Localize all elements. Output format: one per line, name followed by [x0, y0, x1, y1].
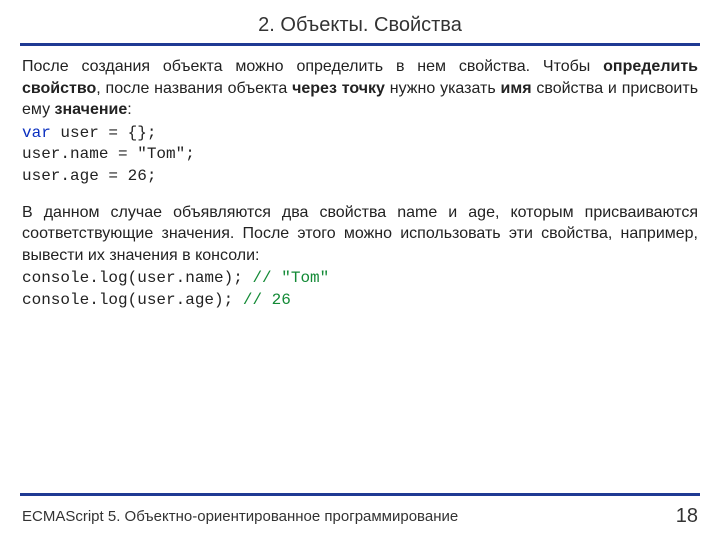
- code-keyword: var: [22, 124, 51, 142]
- footer-text: ECMAScript 5. Объектно-ориентированное п…: [22, 508, 458, 525]
- text-bold: имя: [501, 80, 532, 97]
- code-block-2: console.log(user.name); // "Tom" console…: [22, 268, 698, 311]
- paragraph-1: После создания объекта можно определить …: [22, 56, 698, 121]
- code-block-1: var user = {}; user.name = "Tom"; user.a…: [22, 123, 698, 188]
- text: :: [127, 101, 131, 118]
- slide-content: После создания объекта можно определить …: [0, 46, 720, 326]
- footer: ECMAScript 5. Объектно-ориентированное п…: [22, 505, 698, 528]
- paragraph-2: В данном случае объявляются два свойства…: [22, 202, 698, 267]
- text: нужно указать: [385, 80, 501, 97]
- code-text: console.log(user.name);: [22, 269, 252, 287]
- text: После создания объекта можно определить …: [22, 58, 603, 75]
- code-text: console.log(user.age);: [22, 291, 243, 309]
- text: , после названия объекта: [96, 80, 292, 97]
- code-comment: // 26: [243, 291, 291, 309]
- divider-bottom: [20, 493, 700, 496]
- text-bold: значение: [55, 101, 128, 118]
- text-bold: через точку: [292, 80, 385, 97]
- page-number: 18: [676, 505, 698, 528]
- code-comment: // "Tom": [252, 269, 329, 287]
- slide-title: 2. Объекты. Свойства: [0, 14, 720, 37]
